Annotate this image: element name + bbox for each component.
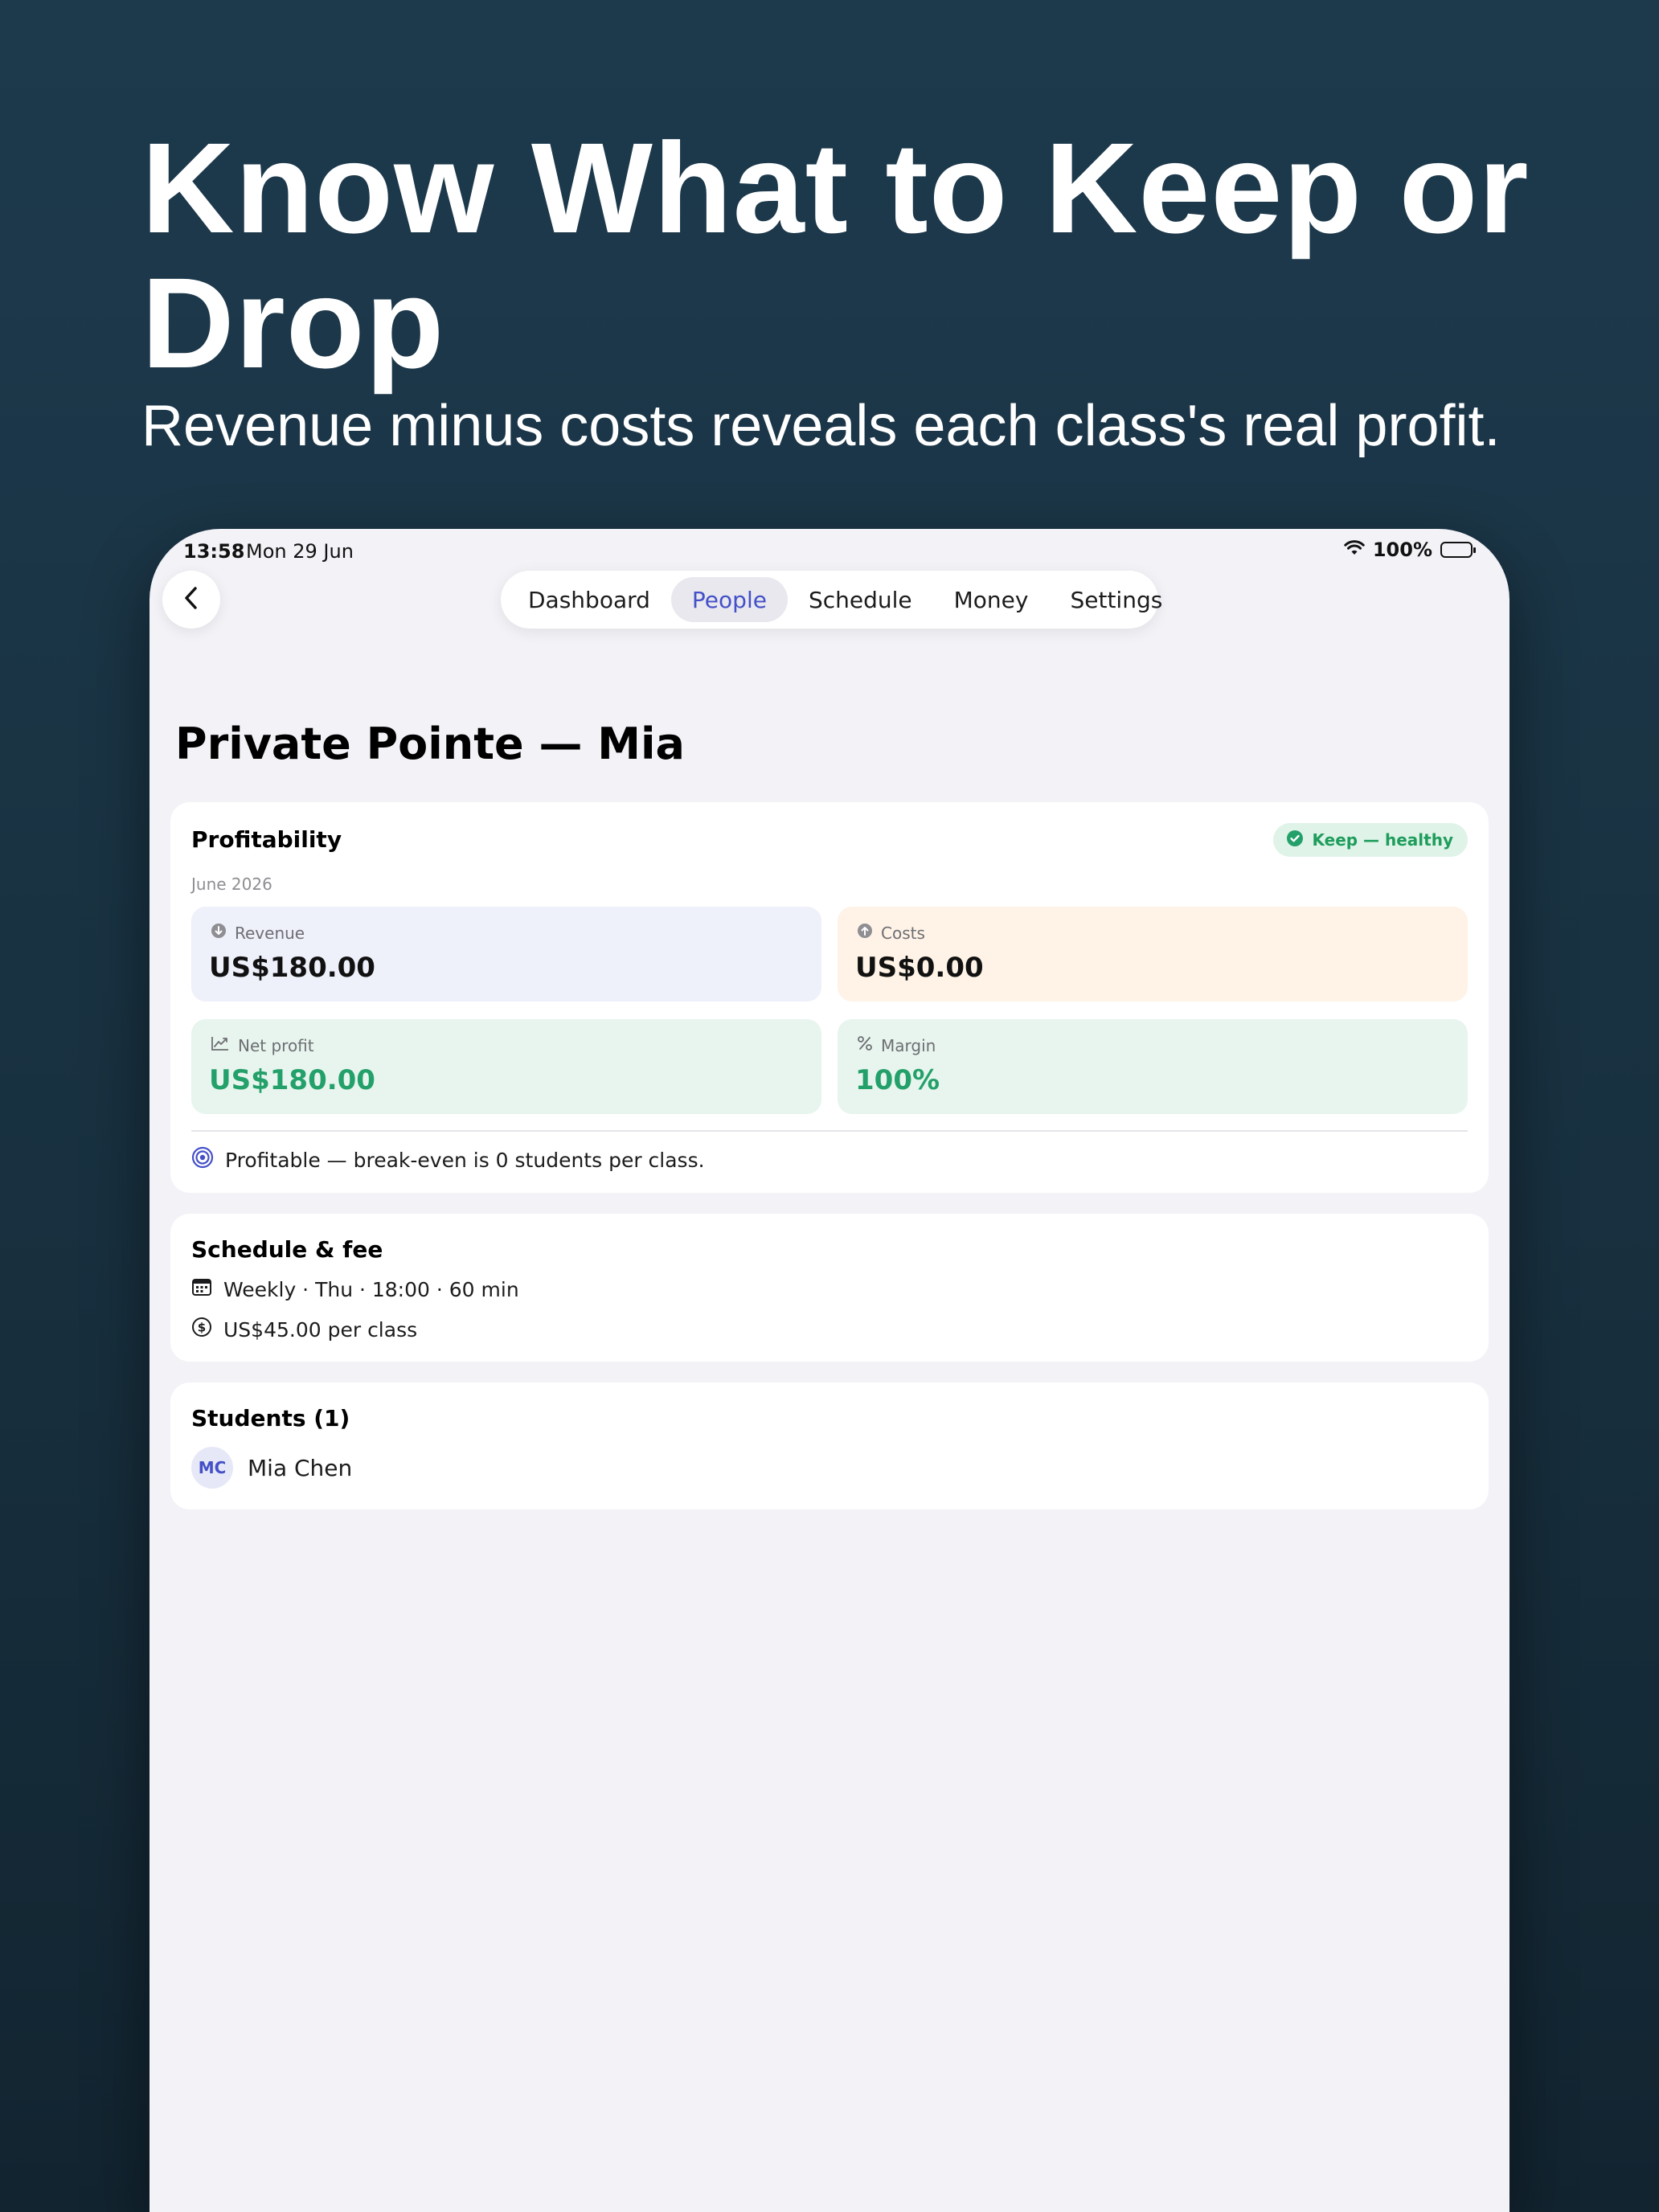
schedule-recurrence-row: Weekly · Thu · 18:00 · 60 min: [191, 1276, 519, 1302]
profitability-title: Profitability: [191, 826, 342, 853]
list-item[interactable]: MC Mia Chen: [191, 1447, 352, 1489]
dollar-circle-icon: $: [191, 1317, 212, 1342]
svg-text:$: $: [198, 1321, 206, 1335]
status-badge: Keep — healthy: [1273, 823, 1468, 857]
student-name: Mia Chen: [248, 1454, 353, 1481]
wifi-icon: [1344, 539, 1365, 561]
back-button[interactable]: [162, 571, 220, 629]
break-even-text: Profitable — break-even is 0 students pe…: [225, 1148, 705, 1172]
revenue-tile: Revenue US$180.00: [191, 907, 821, 1002]
battery-icon: [1440, 542, 1476, 558]
net-profit-value: US$180.00: [209, 1064, 375, 1096]
tab-dashboard[interactable]: Dashboard: [507, 577, 671, 622]
net-profit-tile: Net profit US$180.00: [191, 1019, 821, 1114]
tab-money[interactable]: Money: [933, 577, 1050, 622]
margin-label: Margin: [881, 1035, 936, 1055]
page-title: Private Pointe — Mia: [175, 719, 685, 769]
margin-tile: Margin 100%: [838, 1019, 1468, 1114]
recurrence-text: Weekly · Thu · 18:00 · 60 min: [223, 1277, 519, 1301]
revenue-value: US$180.00: [209, 952, 375, 984]
schedule-fee-row: $ US$45.00 per class: [191, 1317, 417, 1342]
profitability-card: Profitability Keep — healthy June 2026 R…: [170, 802, 1489, 1193]
percent-icon: [857, 1035, 873, 1055]
students-card: Students (1) MC Mia Chen: [170, 1382, 1489, 1509]
avatar: MC: [191, 1447, 233, 1489]
tablet-screen: 13:58 Mon 29 Jun 100% Dashboard People S…: [150, 529, 1509, 2212]
costs-tile: Costs US$0.00: [838, 907, 1468, 1002]
break-even-note: Profitable — break-even is 0 students pe…: [191, 1146, 705, 1174]
net-profit-label: Net profit: [238, 1035, 314, 1055]
schedule-card: Schedule & fee Weekly · Thu · 18:00 · 60…: [170, 1214, 1489, 1362]
status-date: Mon 29 Jun: [246, 540, 354, 563]
top-tab-bar: Dashboard People Schedule Money Settings: [501, 571, 1162, 629]
students-title: Students (1): [191, 1405, 350, 1432]
verified-check-icon: [1286, 830, 1304, 851]
status-right: 100%: [1344, 539, 1476, 561]
trend-chart-icon: [211, 1035, 230, 1055]
battery-percent: 100%: [1372, 539, 1432, 561]
schedule-title: Schedule & fee: [191, 1236, 383, 1263]
hero-subheadline: Revenue minus costs reveals each class's…: [141, 394, 1501, 458]
divider: [191, 1130, 1468, 1132]
tab-settings[interactable]: Settings: [1049, 577, 1183, 622]
badge-label: Keep — healthy: [1312, 830, 1453, 850]
costs-value: US$0.00: [855, 952, 984, 984]
tab-people[interactable]: People: [670, 577, 788, 622]
period-label: June 2026: [191, 875, 272, 894]
revenue-label: Revenue: [235, 923, 305, 943]
arrow-down-circle-icon: [211, 923, 227, 943]
margin-value: 100%: [855, 1064, 940, 1096]
calendar-icon: [191, 1276, 212, 1302]
hero-headline: Know What to Keep or Drop: [141, 116, 1530, 395]
tab-schedule[interactable]: Schedule: [788, 577, 933, 622]
costs-label: Costs: [881, 923, 925, 943]
fee-text: US$45.00 per class: [223, 1317, 418, 1342]
status-time: 13:58: [183, 540, 245, 563]
chevron-left-icon: [182, 585, 201, 614]
arrow-up-circle-icon: [857, 923, 873, 943]
target-icon: [191, 1146, 214, 1174]
status-bar: 13:58 Mon 29 Jun 100%: [150, 529, 1509, 574]
